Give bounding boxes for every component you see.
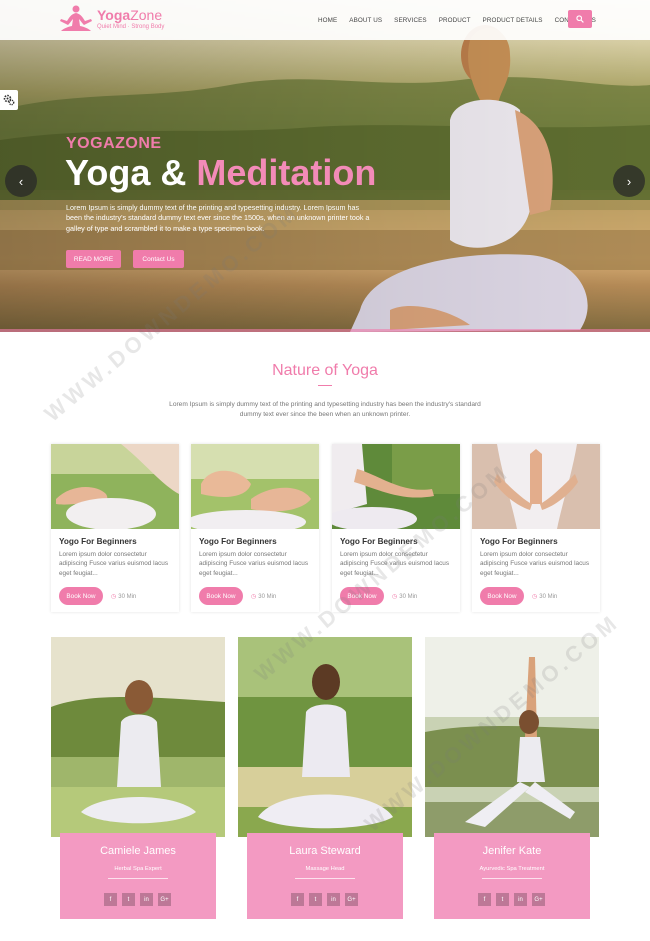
duration-text: 30 Min (118, 593, 137, 600)
facebook-icon[interactable]: f (104, 893, 117, 906)
hero-description: Lorem Ipsum is simply dummy text of the … (66, 203, 370, 233)
duration-text: 30 Min (258, 593, 277, 600)
chevron-left-icon: ‹ (18, 173, 24, 189)
card-text: Lorem ipsum dolor consectetur adipiscing… (59, 551, 169, 577)
linkedin-icon[interactable]: in (327, 893, 340, 906)
clock-icon: ◷ (392, 594, 398, 600)
team-photo-prayer-pose (238, 637, 412, 837)
main-nav: HOME ABOUT US SERVICES PRODUCT PRODUCT D… (318, 0, 608, 40)
nav-item-home[interactable]: HOME (318, 17, 337, 24)
read-more-button[interactable]: READ MORE (66, 250, 121, 268)
social-links: f t in G+ (478, 893, 550, 906)
team-divider (482, 878, 542, 879)
team-member-card: Jenifer Kate Ayurvedic Spa Treatment f t… (425, 637, 599, 919)
search-button[interactable] (568, 10, 592, 28)
team-info-box: Jenifer Kate Ayurvedic Spa Treatment f t… (434, 833, 590, 919)
twitter-icon[interactable]: t (122, 893, 135, 906)
card-title: Yogo For Beginners (59, 537, 137, 546)
card-text: Lorem ipsum dolor consectetur adipiscing… (480, 551, 590, 577)
team-role: Massage Head (305, 866, 345, 872)
google-plus-icon[interactable]: G+ (158, 893, 171, 906)
twitter-icon[interactable]: t (309, 893, 322, 906)
social-links: f t in G+ (291, 893, 363, 906)
hero-kicker: YOGAZONE (66, 135, 162, 152)
class-card: Yogo For Beginners Lorem ipsum dolor con… (472, 444, 600, 612)
card-duration: ◷ 30 Min (392, 593, 418, 601)
hero-bottom-border (0, 329, 650, 332)
social-links: f t in G+ (104, 893, 176, 906)
card-image-hands-mudra (51, 444, 179, 530)
team-role: Herbal Spa Expert (114, 866, 162, 872)
team-divider (295, 878, 355, 879)
team-name: Laura Steward (289, 845, 361, 857)
card-image-hands-circle (186, 444, 319, 534)
card-title: Yogo For Beginners (340, 537, 418, 546)
nav-item-about-us[interactable]: ABOUT US (349, 17, 382, 24)
clock-icon: ◷ (532, 594, 538, 600)
contact-us-button[interactable]: Contact Us (133, 250, 184, 268)
title-divider (318, 385, 332, 386)
slider-next-button[interactable]: › (613, 165, 645, 197)
team-info-box: Laura Steward Massage Head f t in G+ (247, 833, 403, 919)
team-member-card: Laura Steward Massage Head f t in G+ (238, 637, 412, 919)
linkedin-icon[interactable]: in (140, 893, 153, 906)
clock-icon: ◷ (111, 594, 117, 600)
logo-name-part2: Zone (130, 7, 163, 23)
card-title: Yogo For Beginners (199, 537, 277, 546)
team-name: Jenifer Kate (482, 845, 542, 857)
card-image-seated-pose (327, 444, 460, 531)
logo-text: YogaZone Quiet Mind · Strong Body (97, 8, 164, 30)
meditation-logo-icon (60, 5, 92, 31)
twitter-icon[interactable]: t (496, 893, 509, 906)
hero-title: Yoga & Meditation (65, 152, 376, 194)
linkedin-icon[interactable]: in (514, 893, 527, 906)
team-name: Camiele James (100, 845, 176, 857)
gear-icon[interactable] (0, 90, 18, 110)
logo[interactable]: YogaZone Quiet Mind · Strong Body (57, 4, 164, 34)
book-now-button[interactable]: Book Now (59, 587, 103, 605)
google-plus-icon[interactable]: G+ (345, 893, 358, 906)
book-now-button[interactable]: Book Now (340, 587, 384, 605)
hero-title-pink: Meditation (196, 152, 377, 193)
duration-text: 30 Min (399, 593, 418, 600)
book-now-button[interactable]: Book Now (199, 587, 243, 605)
card-duration: ◷ 30 Min (251, 593, 277, 601)
logo-name-part1: Yoga (97, 7, 131, 23)
clock-icon: ◷ (251, 594, 257, 600)
logo-tagline: Quiet Mind · Strong Body (97, 24, 165, 30)
slider-prev-button[interactable]: ‹ (5, 165, 37, 197)
card-text: Lorem ipsum dolor consectetur adipiscing… (199, 551, 309, 577)
card-duration: ◷ 30 Min (532, 593, 558, 601)
team-divider (108, 878, 168, 879)
settings-gear-graphic (3, 94, 15, 106)
card-duration: ◷ 30 Min (111, 593, 137, 601)
team-photo-lunge-pose (425, 637, 599, 837)
nav-item-product[interactable]: PRODUCT (439, 17, 471, 24)
duration-text: 30 Min (539, 593, 558, 600)
class-card: Yogo For Beginners Lorem ipsum dolor con… (51, 444, 179, 612)
class-card: Yogo For Beginners Lorem ipsum dolor con… (186, 444, 319, 612)
card-image-prayer-hands (472, 444, 600, 529)
card-title: Yogo For Beginners (480, 537, 558, 546)
nav-item-services[interactable]: SERVICES (394, 17, 427, 24)
team-member-card: Camiele James Herbal Spa Expert f t in G… (51, 637, 225, 919)
team-info-box: Camiele James Herbal Spa Expert f t in G… (60, 833, 216, 919)
google-plus-icon[interactable]: G+ (532, 893, 545, 906)
section-title: Nature of Yoga (272, 362, 378, 379)
class-card: Yogo For Beginners Lorem ipsum dolor con… (327, 444, 460, 612)
nav-item-product-details[interactable]: PRODUCT DETAILS (483, 17, 543, 24)
site-header: YogaZone Quiet Mind · Strong Body HOME A… (0, 0, 650, 40)
chevron-right-icon: › (626, 173, 632, 189)
hero-title-white: Yoga & (65, 152, 187, 193)
section-subtitle: Lorem Ipsum is simply dummy text of the … (169, 401, 481, 418)
facebook-icon[interactable]: f (478, 893, 491, 906)
team-role: Ayurvedic Spa Treatment (479, 866, 545, 872)
logo-name: YogaZone (97, 8, 164, 22)
team-photo-lotus-pose (51, 637, 225, 837)
search-icon (576, 15, 584, 23)
card-text: Lorem ipsum dolor consectetur adipiscing… (340, 551, 450, 577)
facebook-icon[interactable]: f (291, 893, 304, 906)
book-now-button[interactable]: Book Now (480, 587, 524, 605)
